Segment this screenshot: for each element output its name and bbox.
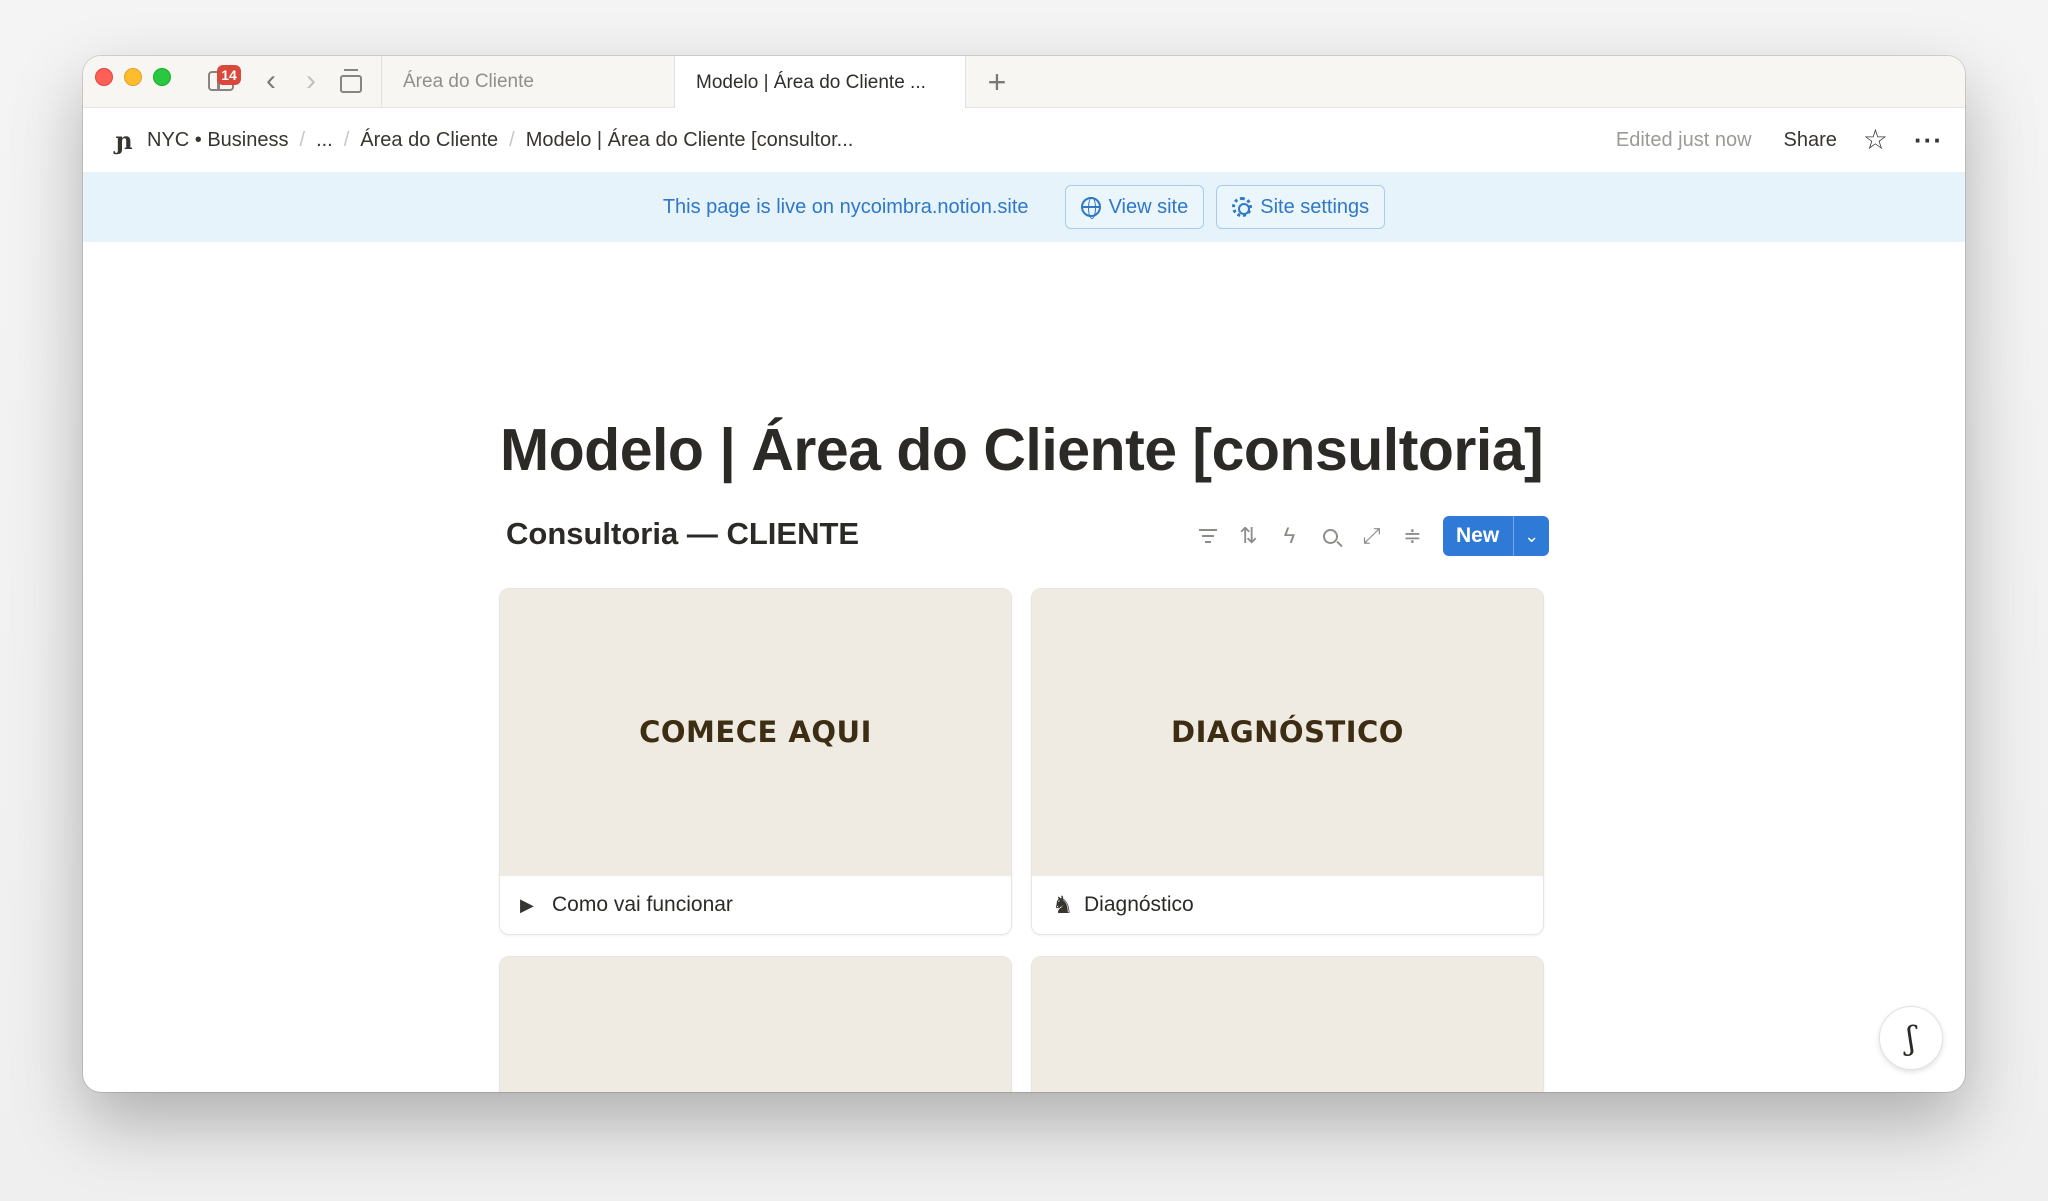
view-settings-icon[interactable]: ≑ <box>1392 516 1433 556</box>
database-toolbar: ⇅ ϟ ⤢ ≑ New ⌄ <box>1187 516 1550 556</box>
back-button[interactable]: ‹ <box>255 64 287 98</box>
globe-icon <box>1080 197 1101 219</box>
site-settings-label: Site settings <box>1260 195 1370 218</box>
site-live-banner: This page is live on nycoimbra.notion.si… <box>83 172 1965 242</box>
gallery-card-comece-aqui[interactable]: COMECE AQUI ▶ Como vai funcionar <box>499 588 1012 935</box>
card-cover <box>1032 957 1543 1092</box>
play-icon: ▶ <box>520 894 534 915</box>
breadcrumb-workspace[interactable]: NYC • Business <box>147 129 289 152</box>
gallery-card-partial[interactable] <box>499 956 1012 1092</box>
gear-icon <box>1232 197 1253 217</box>
tab-count-badge: 14 <box>217 65 241 85</box>
tabs-icon <box>340 69 362 93</box>
chevron-right-icon: › <box>306 64 316 97</box>
tab-label: Modelo | Área do Cliente ... <box>696 71 926 93</box>
database-title[interactable]: Consultoria — CLIENTE <box>506 516 859 552</box>
zoom-window-button[interactable] <box>153 68 171 86</box>
tab-area-do-cliente[interactable]: Área do Cliente <box>381 56 673 108</box>
banner-text: This page is live on nycoimbra.notion.si… <box>662 195 1029 218</box>
breadcrumb-area-do-cliente[interactable]: Área do Cliente <box>360 129 498 152</box>
breadcrumb-separator: / <box>509 128 515 151</box>
search-icon[interactable] <box>1310 516 1351 556</box>
plus-icon: + <box>987 63 1007 100</box>
tab-overview-button[interactable] <box>333 64 369 98</box>
favorite-star-icon[interactable]: ☆ <box>1863 126 1888 154</box>
more-options-icon[interactable]: ··· <box>1914 127 1943 153</box>
card-cover: COMECE AQUI <box>500 589 1011 875</box>
expand-icon[interactable]: ⤢ <box>1351 516 1392 556</box>
view-site-label: View site <box>1108 195 1189 218</box>
tab-modelo-area-do-cliente[interactable]: Modelo | Área do Cliente ... <box>674 56 966 109</box>
tab-bar: 14 ‹ › Área do Cliente Modelo | Área do … <box>83 56 1965 109</box>
chevron-left-icon: ‹ <box>266 64 276 97</box>
card-title: Como vai funcionar <box>552 893 733 916</box>
automation-bolt-icon[interactable]: ϟ <box>1269 516 1310 556</box>
page-title[interactable]: Modelo | Área do Cliente [consultoria] <box>500 416 1544 484</box>
notion-ai-button[interactable]: ʃ <box>1879 1006 1943 1070</box>
breadcrumb-ellipsis[interactable]: ... <box>316 129 333 152</box>
breadcrumb-separator: / <box>343 128 350 151</box>
edited-status[interactable]: Edited just now <box>1616 129 1752 152</box>
card-cover <box>500 957 1011 1092</box>
cover-text: DIAGNÓSTICO <box>1171 715 1404 749</box>
gallery-card-diagnostico[interactable]: DIAGNÓSTICO ♞ Diagnóstico <box>1031 588 1544 935</box>
forward-button[interactable]: › <box>295 64 327 98</box>
card-cover: DIAGNÓSTICO <box>1032 589 1543 875</box>
share-button[interactable]: Share <box>1784 129 1837 152</box>
chevron-down-icon[interactable]: ⌄ <box>1513 516 1549 556</box>
view-site-button[interactable]: View site <box>1064 185 1205 229</box>
notion-ai-icon: ʃ <box>1906 1019 1916 1057</box>
cover-text: COMECE AQUI <box>639 715 872 749</box>
gallery-card-partial[interactable] <box>1031 956 1544 1092</box>
breadcrumb-separator: / <box>299 128 306 151</box>
topbar-actions: Edited just now Share ☆ ··· <box>1616 108 1943 172</box>
desktop: 14 ‹ › Área do Cliente Modelo | Área do … <box>0 0 2048 1201</box>
browser-window: 14 ‹ › Área do Cliente Modelo | Área do … <box>83 56 1965 1092</box>
tab-label: Área do Cliente <box>403 71 534 92</box>
workspace-logo-icon: ɲ <box>115 125 133 155</box>
breadcrumb: ɲ NYC • Business / ... / Área do Cliente… <box>111 108 853 172</box>
new-button-label[interactable]: New <box>1443 516 1513 556</box>
close-window-button[interactable] <box>95 68 113 86</box>
filter-icon[interactable] <box>1187 516 1228 556</box>
new-entry-button[interactable]: New ⌄ <box>1443 516 1550 556</box>
new-tab-button[interactable]: + <box>979 64 1015 100</box>
card-title: Diagnóstico <box>1084 893 1194 916</box>
card-footer: ▶ Como vai funcionar <box>500 875 1011 934</box>
breadcrumb-current-page[interactable]: Modelo | Área do Cliente [consultor... <box>526 129 854 152</box>
sort-icon[interactable]: ⇅ <box>1228 516 1269 556</box>
card-footer: ♞ Diagnóstico <box>1032 875 1543 934</box>
minimize-window-button[interactable] <box>124 68 142 86</box>
chess-knight-icon: ♞ <box>1052 891 1074 919</box>
site-settings-button[interactable]: Site settings <box>1216 185 1386 229</box>
page-topbar: ɲ NYC • Business / ... / Área do Cliente… <box>83 108 1965 172</box>
